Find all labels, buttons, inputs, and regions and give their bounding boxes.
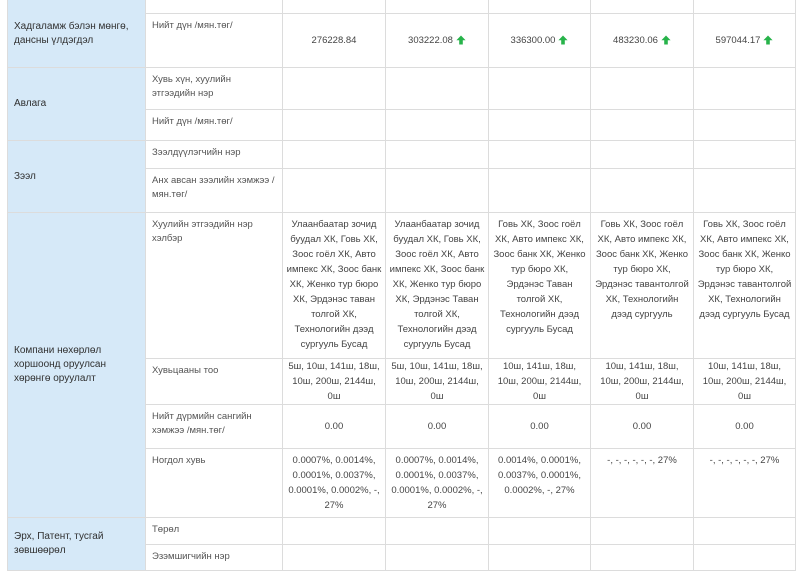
loans-lender-label: Зээлдүүлэгчийн нэр	[145, 140, 283, 169]
investments-capital-value-1: 0.00	[282, 404, 386, 449]
loans-amount-label: Анх авсан зээлийн хэмжээ /мян.төг/	[145, 168, 283, 213]
investments-shares-value-4: 10ш, 141ш, 18ш, 10ш, 200ш, 2144ш, 0ш	[590, 358, 694, 405]
assets-net-value-4: 483230.06	[590, 13, 694, 68]
assets-net-value-3: 336300.00	[488, 13, 591, 68]
assets-net-value-1: 276228.84	[282, 13, 386, 68]
asset-declaration-table: Хадгаламж бэлэн мөнгө, дансны үлдэгдэл Н…	[7, 0, 796, 571]
investments-capital-value-5: 0.00	[693, 404, 796, 449]
arrow-up-icon	[763, 35, 774, 45]
investments-shares-label: Хувьцааны тоо	[145, 358, 283, 405]
investments-entity-row: Компани нөхөрлөл хоршоонд оруулсан хөрөн…	[7, 212, 796, 518]
section-investments-title: Компани нөхөрлөл хоршоонд оруулсан хөрөн…	[7, 212, 146, 518]
rights-type-label: Төрөл	[145, 517, 283, 545]
investments-shares-value-2: 5ш, 10ш, 141ш, 18ш, 10ш, 200ш, 2144ш, 0ш	[385, 358, 489, 405]
investments-entity-value-2: Улаанбаатар зочид буудал ХК, Говь ХК, Зо…	[385, 212, 489, 359]
section-receivables-title: Авлага	[7, 67, 146, 141]
assets-spacer-row: Хадгаламж бэлэн мөнгө, дансны үлдэгдэл	[7, 0, 796, 68]
investments-entity-value-3: Говь ХК, Зоос гоёл ХК, Авто импекс ХК, З…	[488, 212, 591, 359]
section-loans-title: Зээл	[7, 140, 146, 213]
investments-shares-value-5: 10ш, 141ш, 18ш, 10ш, 200ш, 2144ш, 0ш	[693, 358, 796, 405]
investments-entity-value-1: Улаанбаатар зочид буудал ХК, Говь ХК, Зо…	[282, 212, 386, 359]
arrow-up-icon	[456, 35, 466, 45]
investments-capital-value-2: 0.00	[385, 404, 489, 449]
investments-stake-value-1: 0.0007%, 0.0014%, 0.0001%, 0.0037%, 0.00…	[282, 448, 386, 518]
asset-declaration-table-container: Хадгаламж бэлэн мөнгө, дансны үлдэгдэл Н…	[0, 0, 800, 581]
investments-entity-label: Хуулийн этгээдийн нэр хэлбэр	[145, 212, 283, 359]
assets-net-label: Нийт дүн /мян.төг/	[145, 13, 283, 68]
arrow-up-icon	[661, 35, 671, 45]
arrow-up-icon	[558, 35, 569, 45]
receivables-net-label: Нийт дүн /мян.төг/	[145, 109, 283, 141]
investments-entity-value-5: Говь ХК, Зоос гоёл ХК, Авто импекс ХК, З…	[693, 212, 796, 359]
rights-type-row: Эрх, Патент, тусгай зөвшөөрөл Төрөл	[7, 517, 796, 571]
investments-shares-value-3: 10ш, 141ш, 18ш, 10ш, 200ш, 2144ш, 0ш	[488, 358, 591, 405]
investments-capital-value-3: 0.00	[488, 404, 591, 449]
investments-shares-value-1: 5ш, 10ш, 141ш, 18ш, 10ш, 200ш, 2144ш, 0ш	[282, 358, 386, 405]
investments-stake-value-5: -, -, -, -, -, -, 27%	[693, 448, 796, 518]
receivables-person-label: Хувь хүн, хуулийн этгээдийн нэр	[145, 67, 283, 110]
investments-stake-value-3: 0.0014%, 0.0001%, 0.0037%, 0.0001%, 0.00…	[488, 448, 591, 518]
assets-net-value-2: 303222.08	[385, 13, 489, 68]
loans-lender-row: Зээл Зээлдүүлэгчийн нэр	[7, 140, 796, 213]
investments-stake-label: Ногдол хувь	[145, 448, 283, 518]
section-rights-title: Эрх, Патент, тусгай зөвшөөрөл	[7, 517, 146, 571]
assets-net-value-5: 597044.17	[693, 13, 796, 68]
section-assets-title: Хадгаламж бэлэн мөнгө, дансны үлдэгдэл	[7, 0, 146, 68]
receivables-person-row: Авлага Хувь хүн, хуулийн этгээдийн нэр	[7, 67, 796, 141]
investments-capital-value-4: 0.00	[590, 404, 694, 449]
investments-capital-label: Нийт дүрмийн сангийн хэмжээ /мян.төг/	[145, 404, 283, 449]
investments-entity-value-4: Говь ХК, Зоос гоёл ХК, Авто импекс ХК, З…	[590, 212, 694, 359]
rights-owner-label: Эзэмшигчийн нэр	[145, 544, 283, 571]
investments-stake-value-2: 0.0007%, 0.0014%, 0.0001%, 0.0037%, 0.00…	[385, 448, 489, 518]
investments-stake-value-4: -, -, -, -, -, -, 27%	[590, 448, 694, 518]
